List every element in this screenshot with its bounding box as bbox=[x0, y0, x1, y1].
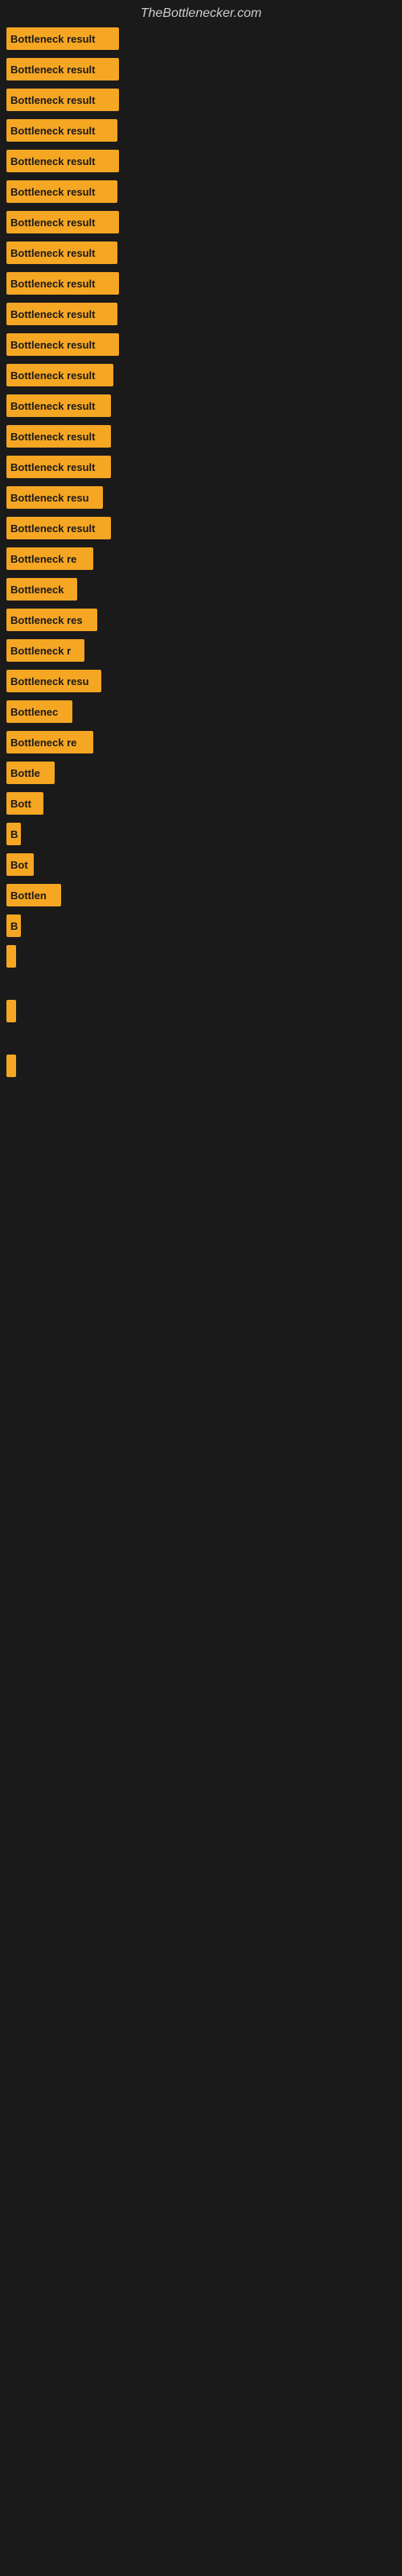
bar-container: Bottleneck bbox=[6, 578, 396, 601]
bar-container: Bottleneck result bbox=[6, 150, 396, 172]
bottleneck-result-bar[interactable]: Bottleneck result bbox=[6, 119, 117, 142]
bottleneck-result-bar[interactable]: B bbox=[6, 914, 21, 937]
bar-label: Bottleneck result bbox=[10, 278, 95, 290]
bottleneck-result-bar[interactable]: Bottleneck bbox=[6, 578, 77, 601]
bottleneck-result-bar[interactable]: Bottleneck res bbox=[6, 609, 97, 631]
bar-container: Bottle bbox=[6, 762, 396, 784]
bottleneck-result-bar[interactable]: Bottleneck result bbox=[6, 394, 111, 417]
bottleneck-result-bar[interactable]: Bot bbox=[6, 853, 34, 876]
bar-container bbox=[6, 1055, 396, 1077]
bar-container: Bottleneck result bbox=[6, 272, 396, 295]
bar-container: Bottleneck result bbox=[6, 456, 396, 478]
bottleneck-result-bar[interactable]: Bottleneck r bbox=[6, 639, 84, 662]
bar-label: Bottleneck re bbox=[10, 553, 76, 565]
bottleneck-result-bar[interactable]: Bottleneck result bbox=[6, 58, 119, 80]
bar-container: Bottleneck result bbox=[6, 394, 396, 417]
bar-label: Bottleneck resu bbox=[10, 492, 89, 504]
bar-container: Bottleneck re bbox=[6, 731, 396, 753]
bottleneck-result-bar[interactable]: Bottleneck result bbox=[6, 333, 119, 356]
bar-label: Bottleneck result bbox=[10, 247, 95, 259]
bottleneck-result-bar[interactable]: Bottleneck result bbox=[6, 517, 111, 539]
bar-label: Bottleneck result bbox=[10, 33, 95, 45]
bottleneck-result-bar[interactable]: Bottleneck resu bbox=[6, 670, 101, 692]
bar-label: Bottleneck result bbox=[10, 308, 95, 320]
bar-label: Bottleneck result bbox=[10, 339, 95, 351]
bar-label: Bot bbox=[10, 859, 28, 871]
bar-container: Bottleneck result bbox=[6, 211, 396, 233]
bar-label: Bottleneck bbox=[10, 584, 64, 596]
bottleneck-result-bar[interactable]: Bottleneck result bbox=[6, 272, 119, 295]
bar-label: Bott bbox=[10, 798, 31, 810]
bar-container bbox=[6, 1000, 396, 1022]
bottleneck-result-bar[interactable]: B bbox=[6, 823, 21, 845]
bottleneck-result-bar[interactable]: Bottle bbox=[6, 762, 55, 784]
bar-container: Bottleneck result bbox=[6, 119, 396, 142]
bar-label: Bottleneck result bbox=[10, 217, 95, 229]
bar-container: Bottleneck result bbox=[6, 27, 396, 50]
bottleneck-result-bar[interactable]: Bottlen bbox=[6, 884, 61, 906]
bottleneck-result-bar[interactable]: Bottleneck result bbox=[6, 89, 119, 111]
bar-container: Bott bbox=[6, 792, 396, 815]
bar-container bbox=[6, 945, 396, 968]
site-title: TheBottlenecker.com bbox=[0, 0, 402, 27]
bar-container: Bottleneck r bbox=[6, 639, 396, 662]
bottleneck-result-bar[interactable] bbox=[6, 1055, 16, 1077]
bottleneck-result-bar[interactable]: Bottleneck result bbox=[6, 425, 111, 448]
bar-label: Bottleneck res bbox=[10, 614, 83, 626]
bar-label: B bbox=[10, 828, 18, 840]
bar-container: Bottleneck result bbox=[6, 425, 396, 448]
bar-container: Bottleneck result bbox=[6, 89, 396, 111]
bar-label: B bbox=[10, 920, 18, 932]
bar-label: Bottleneck result bbox=[10, 186, 95, 198]
bar-label: Bottleneck result bbox=[10, 522, 95, 535]
bottleneck-result-bar[interactable]: Bottleneck result bbox=[6, 150, 119, 172]
bar-container: Bot bbox=[6, 853, 396, 876]
bar-label: Bottleneck result bbox=[10, 64, 95, 76]
bottleneck-result-bar[interactable]: Bottleneck result bbox=[6, 27, 119, 50]
bottleneck-result-bar[interactable]: Bottleneck result bbox=[6, 180, 117, 203]
bar-label: Bottleneck result bbox=[10, 400, 95, 412]
bar-label: Bottlenec bbox=[10, 706, 58, 718]
bottleneck-result-bar[interactable]: Bottleneck resu bbox=[6, 486, 103, 509]
bottleneck-result-bar[interactable]: Bott bbox=[6, 792, 43, 815]
bar-label: Bottleneck result bbox=[10, 369, 95, 382]
bar-container: Bottleneck result bbox=[6, 517, 396, 539]
bar-label: Bottleneck result bbox=[10, 94, 95, 106]
bar-container: Bottleneck result bbox=[6, 303, 396, 325]
bar-container: B bbox=[6, 914, 396, 937]
bar-container: Bottleneck resu bbox=[6, 670, 396, 692]
bottleneck-result-bar[interactable]: Bottlenec bbox=[6, 700, 72, 723]
bar-container: Bottleneck result bbox=[6, 364, 396, 386]
bottleneck-result-bar[interactable]: Bottleneck re bbox=[6, 731, 93, 753]
bar-container: Bottleneck result bbox=[6, 242, 396, 264]
bar-container: Bottleneck result bbox=[6, 180, 396, 203]
bar-label: Bottle bbox=[10, 767, 40, 779]
bar-container: Bottleneck result bbox=[6, 58, 396, 80]
bar-container: Bottleneck resu bbox=[6, 486, 396, 509]
bar-label: Bottleneck resu bbox=[10, 675, 89, 687]
bar-container: B bbox=[6, 823, 396, 845]
bottleneck-result-bar[interactable]: Bottleneck re bbox=[6, 547, 93, 570]
bar-label: Bottlen bbox=[10, 890, 47, 902]
bar-label: Bottleneck result bbox=[10, 461, 95, 473]
bottleneck-result-bar[interactable] bbox=[6, 1000, 16, 1022]
bar-label: Bottleneck re bbox=[10, 737, 76, 749]
bar-container: Bottlen bbox=[6, 884, 396, 906]
bar-container: Bottlenec bbox=[6, 700, 396, 723]
bottleneck-result-bar[interactable]: Bottleneck result bbox=[6, 211, 119, 233]
bottleneck-result-bar[interactable] bbox=[6, 945, 16, 968]
bottleneck-result-bar[interactable]: Bottleneck result bbox=[6, 242, 117, 264]
bar-label: Bottleneck result bbox=[10, 431, 95, 443]
bottleneck-result-bar[interactable]: Bottleneck result bbox=[6, 364, 113, 386]
bar-label: Bottleneck result bbox=[10, 125, 95, 137]
bar-label: Bottleneck result bbox=[10, 155, 95, 167]
bar-container: Bottleneck re bbox=[6, 547, 396, 570]
bottleneck-result-bar[interactable]: Bottleneck result bbox=[6, 303, 117, 325]
bar-container: Bottleneck res bbox=[6, 609, 396, 631]
bottleneck-result-bar[interactable]: Bottleneck result bbox=[6, 456, 111, 478]
bar-label: Bottleneck r bbox=[10, 645, 71, 657]
bar-container: Bottleneck result bbox=[6, 333, 396, 356]
